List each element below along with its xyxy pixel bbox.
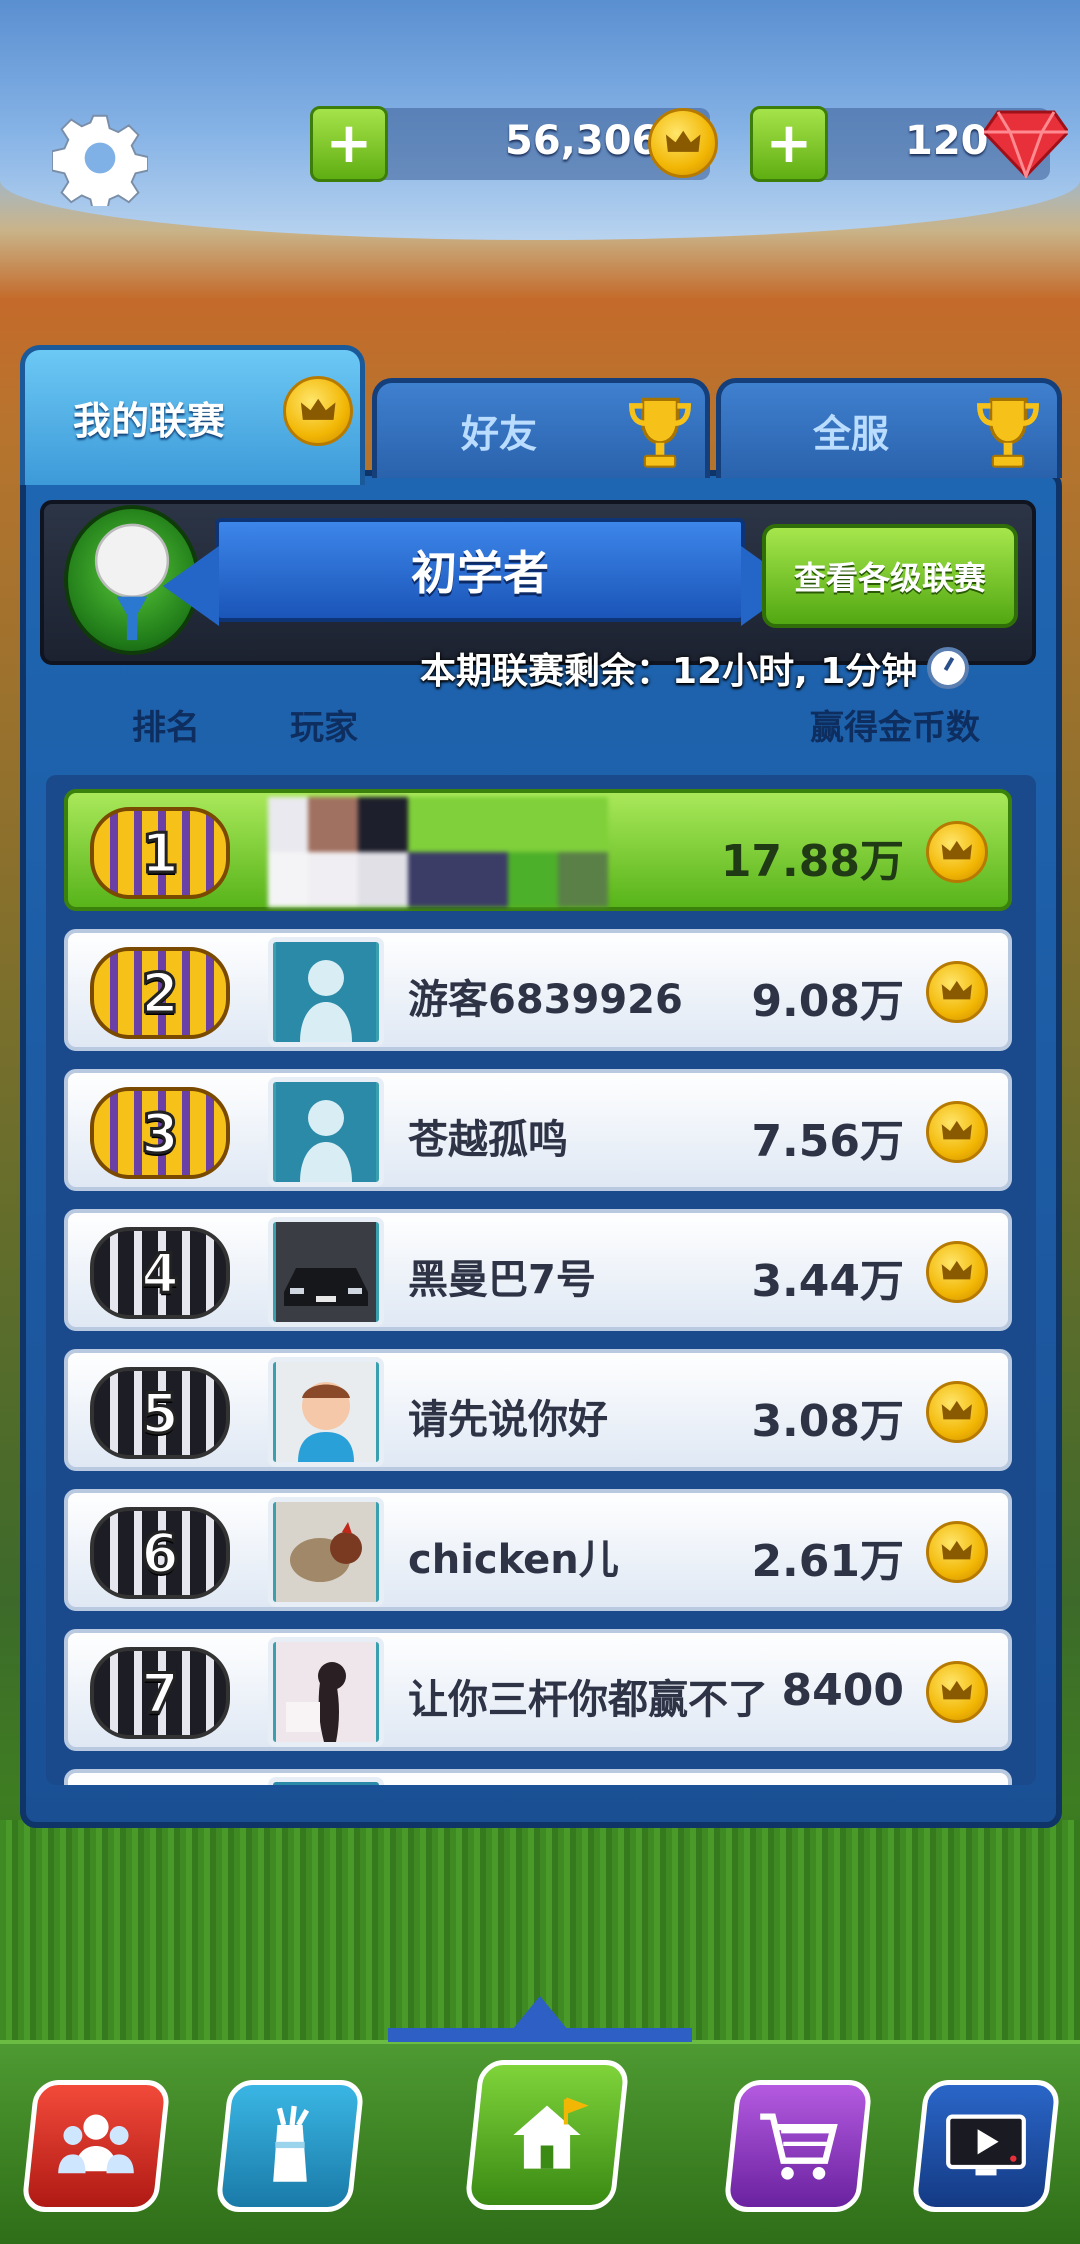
player-score: 8400: [781, 1665, 904, 1716]
player-name: chicken儿: [408, 1537, 619, 1583]
column-rank: 排名: [132, 708, 200, 748]
leaderboard-row[interactable]: 6 chicken儿 2.61万: [64, 1489, 1012, 1611]
active-indicator-bar: [388, 2028, 692, 2042]
golf-bag-icon: [273, 2105, 310, 2182]
girl-photo-avatar: [268, 1637, 384, 1747]
gem-icon: [982, 108, 1070, 182]
car-photo-avatar: [268, 1217, 384, 1327]
child-photo-avatar: [268, 1357, 384, 1467]
rank-medal-icon: 7: [90, 1647, 230, 1739]
crown-coin-icon: [283, 376, 353, 446]
view-all-leagues-button[interactable]: 查看各级联赛: [762, 524, 1018, 628]
tab-my-league[interactable]: 我的联赛: [20, 345, 365, 485]
league-tier-ribbon: 初学者: [163, 518, 797, 626]
crown-coin-icon: [926, 1521, 988, 1583]
leaderboard-row[interactable]: 3 苍越孤鸣 7.56万: [64, 1069, 1012, 1191]
player-score: 3.08万: [751, 1396, 904, 1447]
crown-coin-icon: [926, 1381, 988, 1443]
player-score: 9.08万: [751, 976, 904, 1027]
tab-global[interactable]: 全服: [716, 378, 1062, 478]
default-avatar-icon: [268, 1077, 384, 1187]
nav-video-button[interactable]: [911, 2080, 1061, 2212]
nav-shop-button[interactable]: [723, 2080, 873, 2212]
leaderboard-row[interactable]: 4 黑曼巴7号 3.44万: [64, 1209, 1012, 1331]
tv-play-icon: [946, 2114, 1026, 2176]
crown-coin-icon: [926, 821, 988, 883]
time-remaining: 本期联赛剩余：12小时, 1分钟: [420, 651, 918, 692]
crown-coin-icon: [926, 961, 988, 1023]
home-flag-icon: [513, 2097, 589, 2169]
clock-icon: [927, 647, 970, 689]
column-player: 玩家: [290, 708, 358, 748]
tab-label: 我的联赛: [73, 399, 226, 443]
nav-social-button[interactable]: [21, 2080, 171, 2212]
player-name: 苍越孤鸣: [408, 1117, 568, 1163]
dog-photo-avatar: [268, 1497, 384, 1607]
leaderboard-row-partial[interactable]: [64, 1769, 1012, 1785]
player-name: 请先说你好: [408, 1397, 608, 1443]
player-score: 17.88万: [720, 836, 904, 887]
blurred-avatar: [268, 797, 608, 907]
default-avatar-icon: [268, 1777, 384, 1785]
player-name: 游客6839926: [408, 977, 683, 1023]
trophy-icon: [977, 397, 1039, 468]
player-name: 黑曼巴7号: [408, 1257, 596, 1303]
player-score: 3.44万: [751, 1256, 904, 1307]
rank-medal-icon: 1: [90, 807, 230, 899]
league-tier: 初学者: [411, 546, 549, 600]
rank-medal-icon: 5: [90, 1367, 230, 1459]
tab-label: 好友: [461, 412, 538, 456]
tab-label: 全服: [813, 412, 890, 456]
trophy-icon: [629, 397, 691, 468]
crown-coin-icon: [926, 1661, 988, 1723]
rank-medal-icon: 3: [90, 1087, 230, 1179]
crown-coin-icon: [926, 1241, 988, 1303]
player-score: 2.61万: [751, 1536, 904, 1587]
buy-gems-button[interactable]: +: [750, 106, 828, 182]
player-score: 7.56万: [751, 1116, 904, 1167]
gear-icon: [52, 114, 148, 206]
rank-medal-icon: 4: [90, 1227, 230, 1319]
shopping-cart-icon: [760, 2113, 838, 2180]
gem-balance: 120: [905, 118, 989, 164]
coin-balance: 56,306: [505, 118, 660, 164]
coin-crown-icon: [648, 108, 718, 178]
settings-button[interactable]: [52, 110, 148, 206]
buy-coins-button[interactable]: +: [310, 106, 388, 182]
tab-friends[interactable]: 好友: [372, 378, 710, 478]
column-coins-won: 赢得金币数: [810, 708, 980, 748]
nav-clubs-button[interactable]: [215, 2080, 365, 2212]
people-icon: [58, 2114, 134, 2174]
active-indicator-icon: [512, 1996, 568, 2030]
leaderboard-list[interactable]: 1 17.88万 2 游客6839926 9.08万 3 苍越孤鸣 7.56万: [46, 775, 1036, 1785]
leaderboard-row[interactable]: 5 请先说你好 3.08万: [64, 1349, 1012, 1471]
league-timer: 本期联赛剩余：12小时, 1分钟: [420, 642, 970, 694]
leaderboard-row[interactable]: 2 游客6839926 9.08万: [64, 929, 1012, 1051]
rank-medal-icon: 6: [90, 1507, 230, 1599]
leaderboard-row[interactable]: 7 让你三杆你都赢不了 8400: [64, 1629, 1012, 1751]
nav-home-button[interactable]: [464, 2060, 630, 2210]
leaderboard-row-current-player[interactable]: 1 17.88万: [64, 789, 1012, 911]
rank-medal-icon: 2: [90, 947, 230, 1039]
player-name: 让你三杆你都赢不了: [408, 1677, 768, 1723]
crown-coin-icon: [926, 1101, 988, 1163]
default-avatar-icon: [268, 937, 384, 1047]
